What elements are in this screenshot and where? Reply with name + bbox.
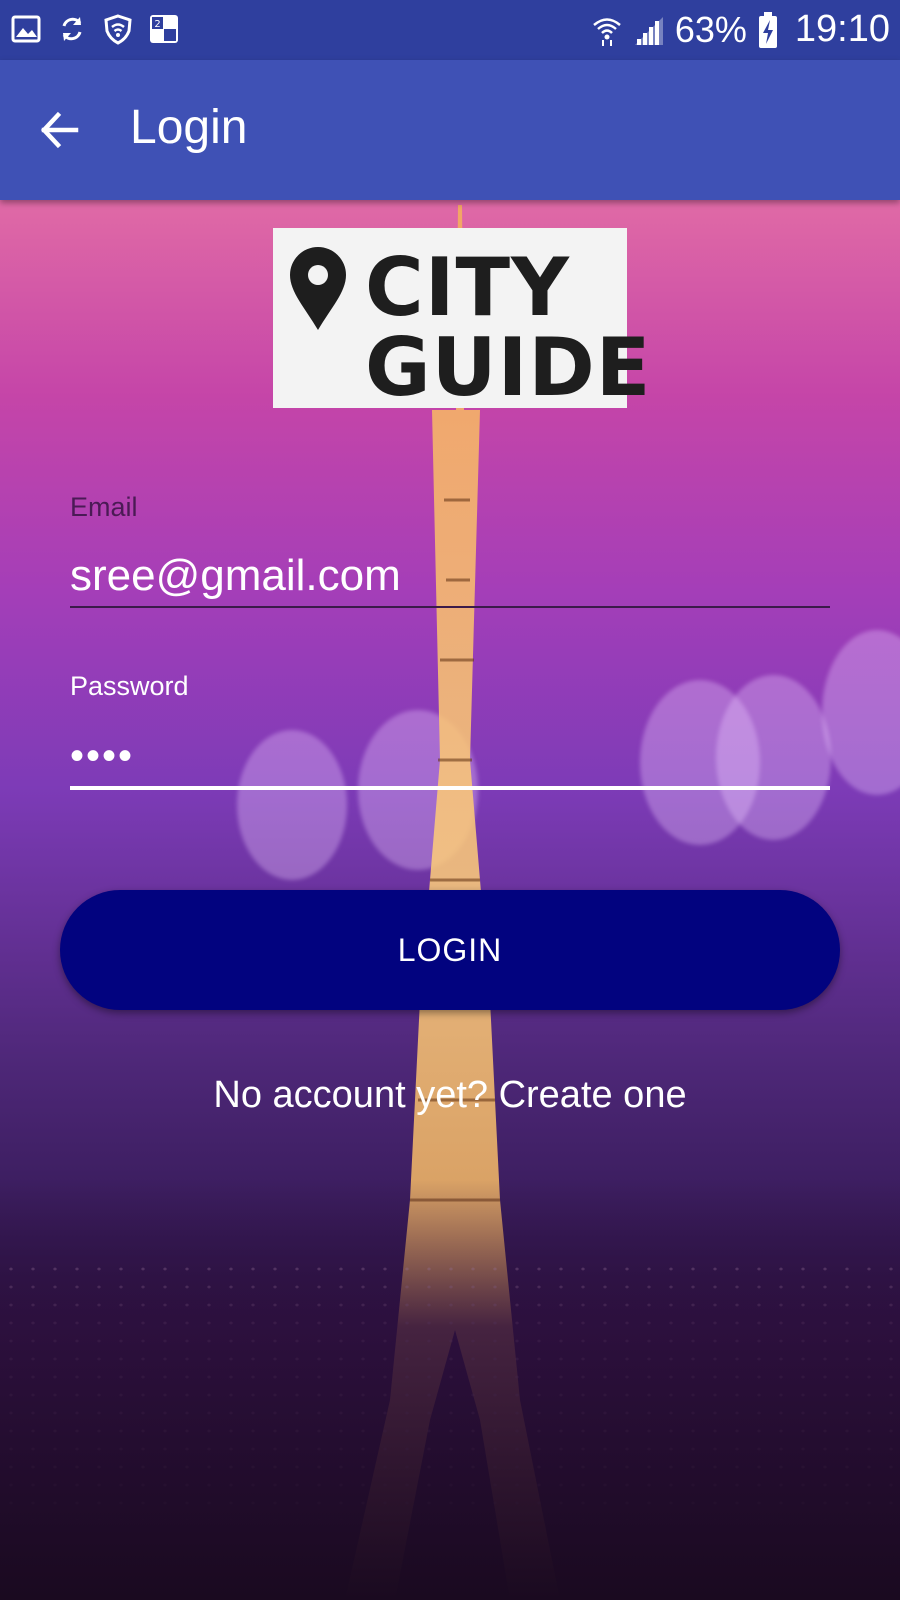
logo-text-city: CITY [365,241,570,334]
signal-icon [634,16,663,45]
battery-percentage: 63% [674,8,747,50]
app-bar: Login [0,60,900,200]
password-underline [70,786,830,790]
battery-charging-icon [758,11,777,48]
email-field[interactable] [70,548,830,604]
dual-sim-icon: 2 [150,15,178,43]
status-bar: 2 63% 19:10 [0,0,900,60]
city-guide-logo: CITY GUIDE [273,228,650,408]
wifi-icon [593,17,621,46]
gallery-icon [11,15,41,43]
password-field[interactable] [70,726,830,786]
back-arrow-icon[interactable] [36,106,84,154]
sync-icon [62,17,82,41]
email-underline [70,606,830,608]
logo-text-guide: GUIDE [365,321,652,414]
notification-icons: 2 [10,12,180,46]
location-pin-icon [290,247,346,330]
shield-wifi-icon [104,14,132,45]
page-title: Login [130,101,248,154]
svg-text:2: 2 [154,19,160,30]
login-button[interactable]: LOGIN [60,890,840,1010]
password-label: Password [70,671,189,701]
status-clock: 19:10 [794,8,890,50]
status-indicators: 63% 19:10 [591,8,890,51]
city-skyline [0,1180,900,1600]
create-account-link[interactable]: No account yet? Create one [0,1074,900,1117]
email-label: Email [70,492,138,522]
